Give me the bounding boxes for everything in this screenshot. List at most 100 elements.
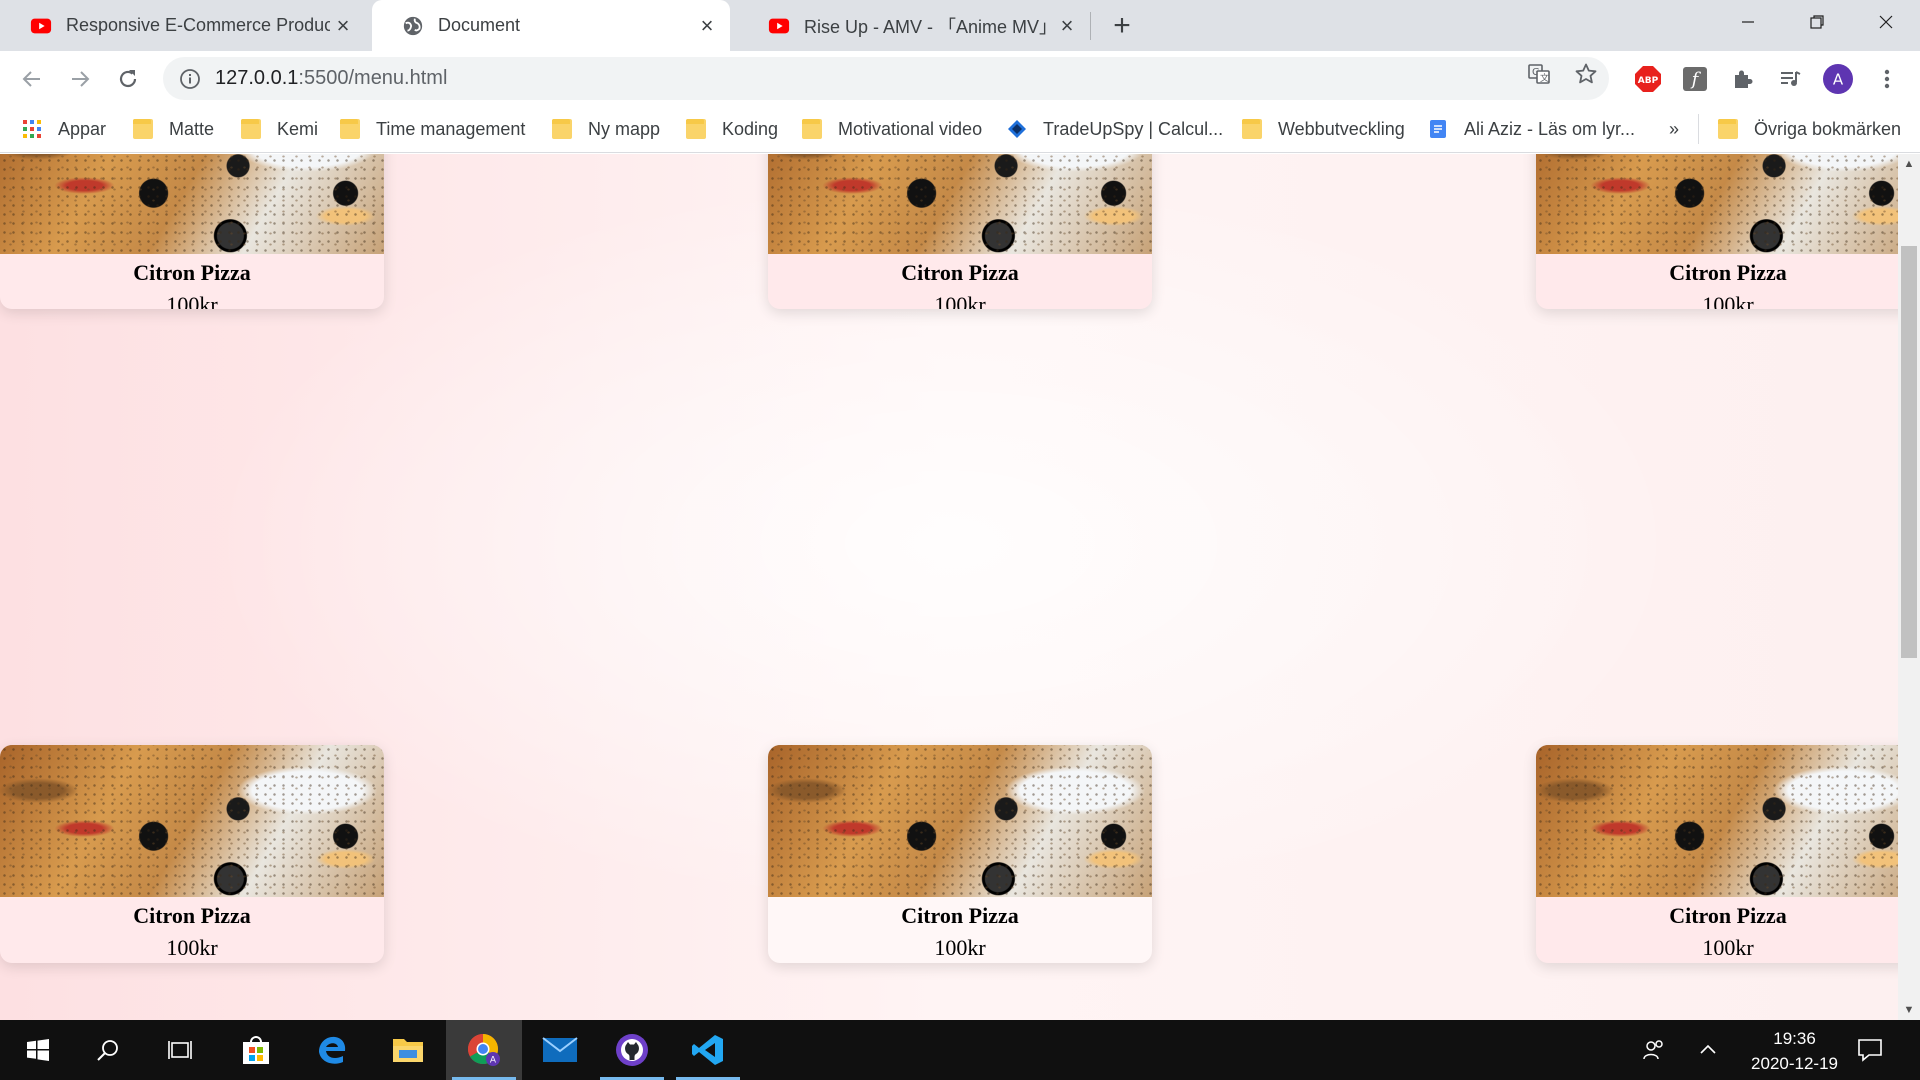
translate-icon[interactable]: G文 (1526, 61, 1552, 87)
close-tab-icon[interactable]: × (1054, 13, 1080, 39)
bookmark-label: Koding (722, 118, 779, 139)
product-name: Citron Pizza (133, 260, 251, 285)
product-price: 100kr (166, 935, 218, 960)
product-name: Citron Pizza (901, 903, 1019, 928)
bookmark-label: Motivational video (838, 118, 983, 139)
product-price: 100kr (1702, 292, 1754, 309)
task-view-icon[interactable] (142, 1020, 218, 1080)
bookmark-time-management[interactable]: Time management (340, 106, 525, 152)
close-icon (1879, 15, 1892, 29)
tab-title: Rise Up - AMV - 「Anime MV」 - Y (804, 16, 1054, 37)
bookmark-label: Ali Aziz - Läs om lyr... (1464, 118, 1636, 139)
info-icon[interactable] (179, 68, 201, 90)
tab-strip: Responsive E-Commerce Product × Document… (0, 0, 1920, 51)
bookmark-ny-mapp[interactable]: Ny mapp (552, 106, 660, 152)
people-icon[interactable] (1632, 1020, 1676, 1080)
tab-title: Responsive E-Commerce Product (66, 15, 330, 35)
product-card[interactable]: Citron Pizza 100kr (768, 745, 1152, 963)
bookmark-star-icon[interactable] (1573, 61, 1599, 87)
product-card[interactable]: Citron Pizza 100kr (1536, 154, 1898, 309)
tab-document[interactable]: Document × (372, 0, 730, 51)
bookmark-motivational-video[interactable]: Motivational video (802, 106, 982, 152)
url-host: 127.0.0.1 (215, 67, 299, 89)
close-tab-icon[interactable]: × (694, 13, 720, 39)
forward-button[interactable] (60, 59, 100, 99)
product-card[interactable]: Citron Pizza 100kr (0, 154, 384, 309)
media-controls-icon[interactable] (1775, 64, 1805, 94)
mail-icon[interactable] (522, 1020, 598, 1080)
address-bar[interactable]: 127.0.0.1:5500/menu.html (163, 57, 1609, 100)
folder-icon (802, 119, 822, 139)
bookmark-label: Matte (169, 118, 215, 139)
bookmark-ali-aziz[interactable]: Ali Aziz - Läs om lyr... (1428, 106, 1635, 152)
product-name: Citron Pizza (133, 903, 251, 928)
product-card[interactable]: Citron Pizza 100kr (0, 745, 384, 963)
profile-avatar[interactable]: A (1822, 63, 1854, 95)
page-content: Citron Pizza 100kr Citron Pizza 100kr Ci… (0, 154, 1898, 1020)
bookmarks-overflow-button[interactable]: » (1669, 106, 1679, 152)
url-path: :5500/menu.html (298, 67, 448, 89)
clock-date: 2020-12-19 (1751, 1054, 1838, 1073)
microsoft-store-icon[interactable] (218, 1020, 294, 1080)
tab-separator (1090, 12, 1091, 40)
restore-button[interactable] (1782, 0, 1851, 44)
extensions-puzzle-icon[interactable] (1728, 64, 1758, 94)
new-tab-button[interactable]: + (1104, 8, 1140, 44)
product-name: Citron Pizza (1669, 903, 1787, 928)
product-card[interactable]: Citron Pizza 100kr (1536, 745, 1898, 963)
tab-title: Document (438, 15, 521, 35)
action-center-icon[interactable] (1848, 1020, 1892, 1080)
pizza-image (1536, 745, 1898, 897)
tradeupspy-icon (1008, 120, 1026, 138)
scroll-thumb[interactable] (1901, 246, 1917, 658)
adblock-plus-icon[interactable]: ABP (1633, 64, 1663, 94)
scroll-down-arrow-icon[interactable]: ▼ (1898, 1000, 1920, 1020)
windows-start-icon[interactable] (0, 1020, 76, 1080)
back-button[interactable] (12, 59, 52, 99)
reload-button[interactable] (108, 59, 148, 99)
profile-initial: A (1833, 71, 1844, 89)
vscode-icon[interactable] (670, 1020, 746, 1080)
browser-toolbar: 127.0.0.1:5500/menu.html G文 ABP f A (0, 51, 1920, 106)
bookmark-matte[interactable]: Matte (133, 106, 214, 152)
bookmark-webbutveckling[interactable]: Webbutveckling (1242, 106, 1405, 152)
forward-arrow-icon (72, 71, 90, 87)
menu-kebab-icon[interactable] (1872, 64, 1902, 94)
bookmark-other[interactable]: Övriga bokmärken (1718, 106, 1901, 152)
pizza-image (768, 154, 1152, 254)
bookmark-appar[interactable]: Appar (22, 106, 106, 152)
folder-icon (1242, 119, 1262, 139)
close-tab-icon[interactable]: × (330, 13, 356, 39)
bookmark-koding[interactable]: Koding (686, 106, 778, 152)
bookmark-label: TradeUpSpy | Calcul... (1043, 118, 1224, 139)
bookmarks-divider (1698, 114, 1699, 144)
tab-rise-up-amv[interactable]: Rise Up - AMV - 「Anime MV」 - Y × (738, 0, 1090, 51)
folder-icon (552, 119, 572, 139)
minimize-button[interactable] (1713, 0, 1782, 44)
file-explorer-icon[interactable] (370, 1020, 446, 1080)
bookmark-tradeupspy[interactable]: TradeUpSpy | Calcul... (1007, 106, 1223, 152)
bookmark-label: Kemi (277, 118, 319, 139)
tab-responsive-ecommerce[interactable]: Responsive E-Commerce Product × (0, 0, 366, 51)
bookmark-label: Appar (58, 118, 107, 139)
vertical-scrollbar[interactable]: ▲ ▼ (1898, 154, 1920, 1020)
chrome-icon[interactable]: A (446, 1020, 522, 1080)
svg-text:文: 文 (1540, 72, 1549, 84)
product-card[interactable]: Citron Pizza 100kr (768, 154, 1152, 309)
folder-icon (340, 119, 360, 139)
search-icon[interactable] (70, 1020, 146, 1080)
close-window-button[interactable] (1851, 0, 1920, 44)
youtube-icon (768, 18, 790, 33)
scroll-up-arrow-icon[interactable]: ▲ (1898, 154, 1920, 174)
bookmark-kemi[interactable]: Kemi (241, 106, 318, 152)
edge-icon[interactable] (294, 1020, 370, 1080)
github-desktop-icon[interactable] (594, 1020, 670, 1080)
font-extension-icon[interactable]: f (1680, 64, 1710, 94)
system-clock[interactable]: 19:36 2020-12-19 (1751, 1026, 1838, 1076)
show-hidden-icons-chevron-icon[interactable] (1686, 1020, 1730, 1080)
pizza-image (0, 154, 384, 254)
bookmark-label: Övriga bokmärken (1754, 118, 1902, 139)
clock-time: 19:36 (1773, 1029, 1816, 1048)
back-arrow-icon (22, 71, 40, 87)
folder-icon (241, 119, 261, 139)
